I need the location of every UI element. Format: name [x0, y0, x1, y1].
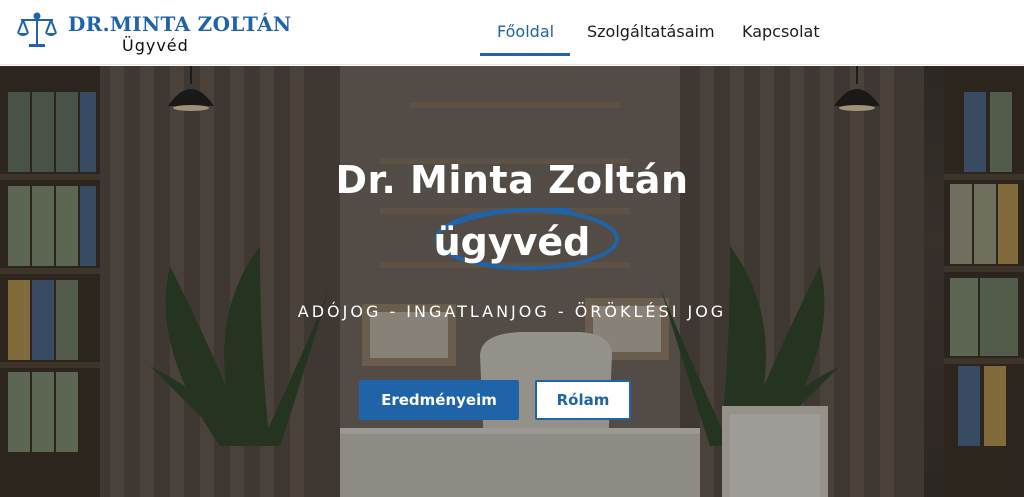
- hero-title: Dr. Minta Zoltán: [335, 158, 689, 202]
- nav-item-contact[interactable]: Kapcsolat: [742, 22, 820, 41]
- site-header: DR.MINTA ZOLTÁN Ügyvéd Főoldal Szolgálta…: [0, 0, 1024, 65]
- about-me-button[interactable]: Rólam: [535, 380, 631, 420]
- nav-item-home[interactable]: Főoldal: [497, 22, 554, 41]
- nav-active-indicator: [480, 53, 570, 56]
- hero-dark-overlay: [0, 66, 1024, 497]
- hero-subtitle: ügyvéd: [433, 220, 591, 264]
- hero-section: Dr. Minta Zoltán ügyvéd ADÓJOG - INGATLA…: [0, 66, 1024, 497]
- logo-name: DR.MINTA ZOLTÁN: [68, 12, 292, 36]
- logo-subtitle: Ügyvéd: [122, 36, 189, 55]
- scales-of-justice-icon: [17, 12, 57, 47]
- nav-item-services[interactable]: Szolgáltatásaim: [587, 22, 715, 41]
- site-logo[interactable]: DR.MINTA ZOLTÁN Ügyvéd: [15, 9, 291, 59]
- practice-areas: ADÓJOG - INGATLANJOG - ÖRÖKLÉSI JOG: [297, 302, 727, 321]
- results-button[interactable]: Eredményeim: [359, 380, 519, 420]
